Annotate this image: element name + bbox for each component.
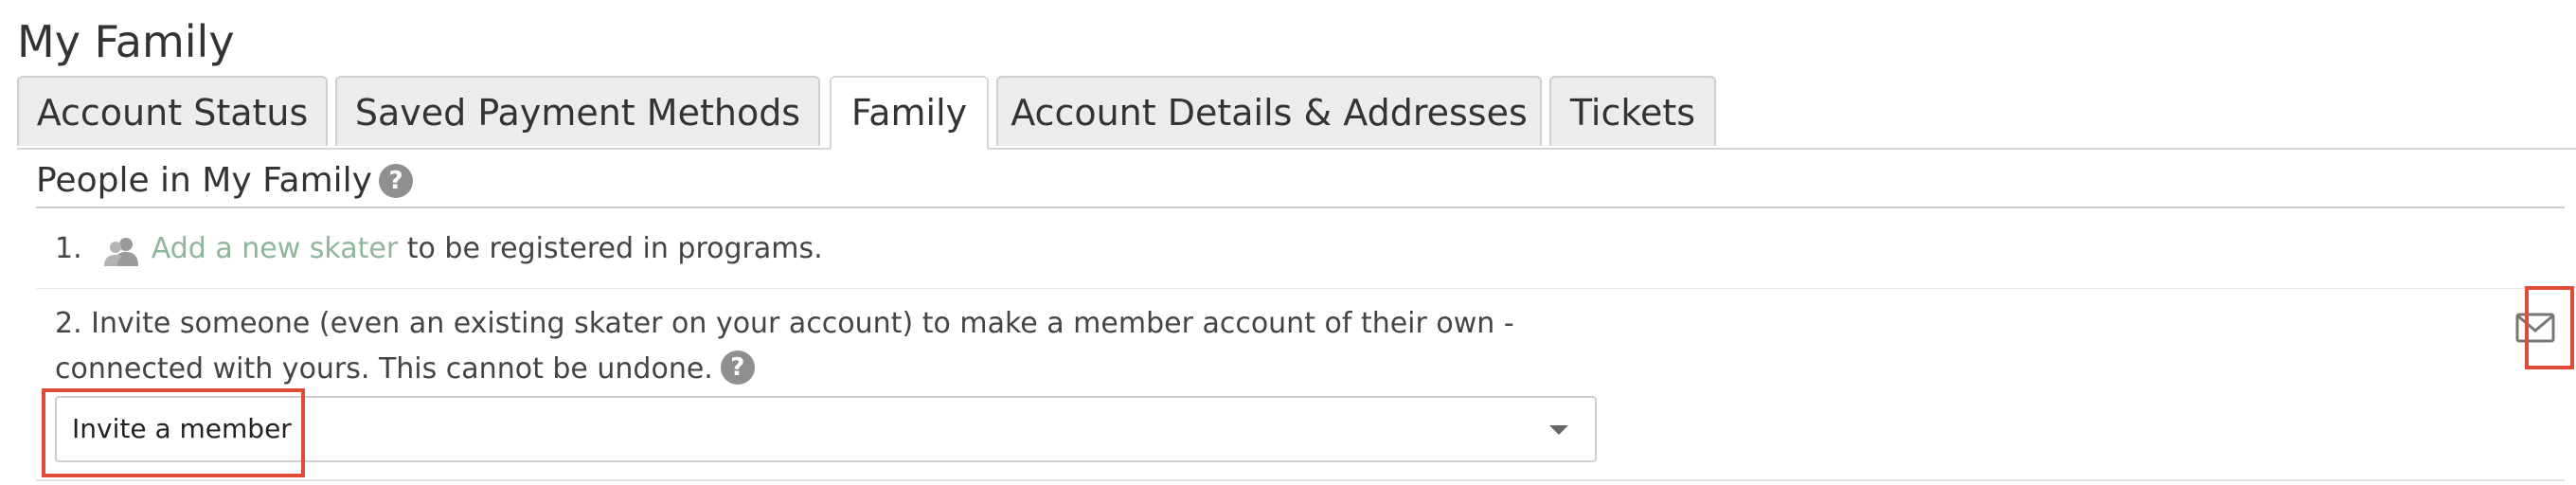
add-new-skater-link[interactable]: Add a new skater bbox=[152, 232, 399, 265]
divider bbox=[36, 288, 2565, 289]
page: My Family Account Status Saved Payment M… bbox=[0, 0, 2576, 485]
question-circle-icon[interactable]: ? bbox=[720, 350, 755, 385]
section-bottom-border bbox=[36, 479, 2565, 481]
step-number: 1. bbox=[55, 232, 82, 265]
tab-account-details-addresses[interactable]: Account Details & Addresses bbox=[996, 76, 1542, 146]
step-add-skater: 1. Add a new skater to be registered in … bbox=[55, 225, 823, 273]
highlight-box-invite bbox=[42, 388, 305, 477]
step-invite-member: 2. Invite someone (even an existing skat… bbox=[55, 301, 1608, 392]
tab-saved-payment-methods[interactable]: Saved Payment Methods bbox=[335, 76, 820, 146]
tab-account-status[interactable]: Account Status bbox=[17, 76, 328, 146]
step1-text: to be registered in programs. bbox=[406, 232, 823, 265]
tab-tickets[interactable]: Tickets bbox=[1549, 76, 1716, 146]
tab-bar: Account Status Saved Payment Methods Fam… bbox=[17, 76, 2576, 150]
question-circle-icon[interactable]: ? bbox=[379, 164, 413, 198]
highlight-box-email bbox=[2525, 286, 2574, 369]
tab-family[interactable]: Family bbox=[830, 76, 989, 150]
people-icon bbox=[104, 235, 139, 266]
section-title: People in My Family bbox=[36, 161, 372, 200]
section-header: People in My Family ? bbox=[36, 155, 2565, 208]
step2-text: 2. Invite someone (even an existing skat… bbox=[55, 307, 1514, 386]
chevron-down-icon bbox=[1549, 425, 1568, 435]
page-title: My Family bbox=[17, 16, 235, 67]
